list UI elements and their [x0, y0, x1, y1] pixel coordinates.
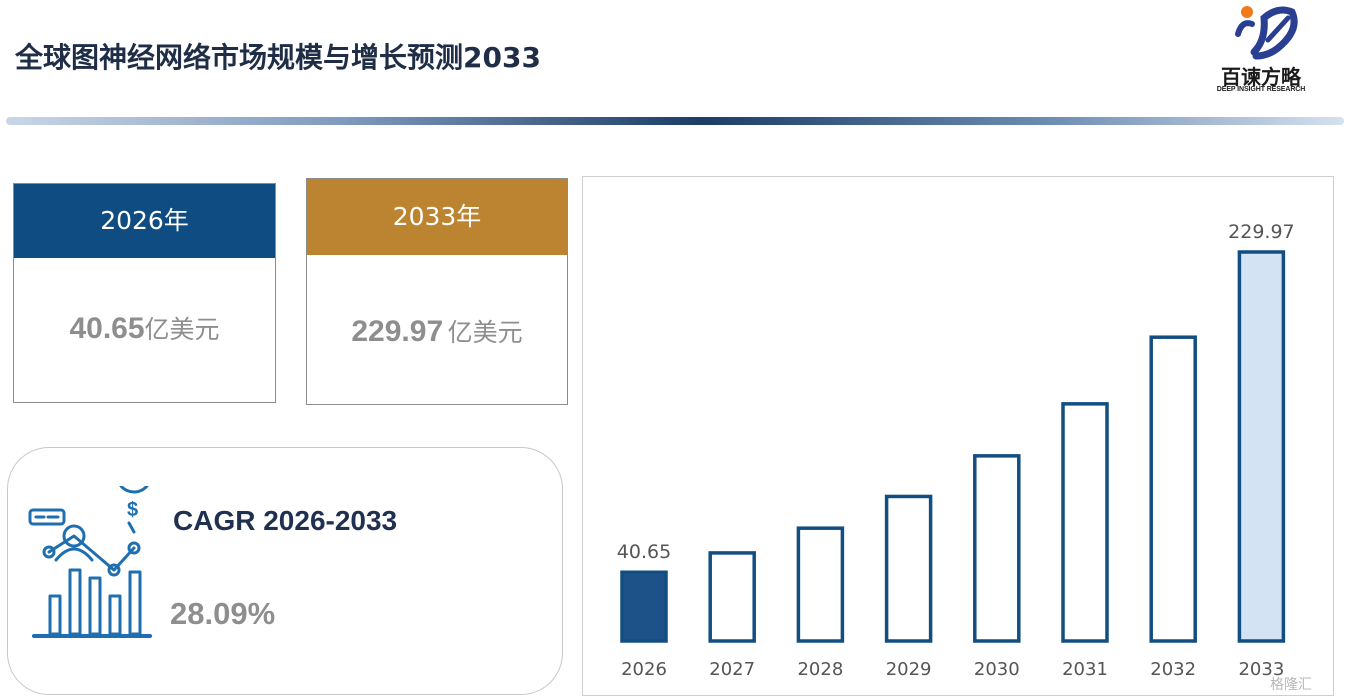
data-label-2033: 229.97	[1228, 221, 1294, 243]
card-2033-year: 2033年	[392, 202, 482, 231]
growth-chart-icon: $	[28, 486, 152, 638]
x-tick-2031: 2031	[1062, 659, 1108, 680]
card-2033-value: 229.97 亿美元	[307, 313, 567, 349]
x-tick-2026: 2026	[621, 659, 667, 680]
x-tick-2030: 2030	[974, 659, 1020, 680]
x-tick-2028: 2028	[797, 659, 843, 680]
watermark: 格隆汇	[1270, 676, 1312, 692]
bar-2031	[1061, 402, 1109, 643]
card-2026-number: 40.65	[69, 312, 145, 345]
card-2026-header: 2026年	[14, 184, 275, 258]
bar-chart: 202640.652027 2028 2029 2030 2031 2032 2033229…	[617, 221, 1295, 680]
x-tick-2029: 2029	[886, 659, 932, 680]
logo-mark-icon	[1235, 6, 1298, 60]
card-2033: 2033年 229.97 亿美元	[306, 178, 568, 405]
header-divider	[6, 117, 1344, 125]
bar-2033	[1237, 250, 1286, 643]
card-2026: 2026年 40.65亿美元	[13, 183, 276, 403]
bar-2030	[973, 454, 1021, 643]
card-2026-year: 2026年	[100, 206, 189, 235]
cagr-label: CAGR 2026-2033	[173, 505, 398, 536]
bar-2032	[1149, 335, 1197, 643]
card-2026-unit: 亿美元	[144, 315, 220, 344]
cagr-value: 28.09%	[170, 596, 276, 631]
x-tick-2032: 2032	[1150, 659, 1196, 680]
bar-2026	[620, 570, 668, 643]
svg-text:$: $	[127, 499, 138, 521]
data-label-2026: 40.65	[617, 541, 671, 563]
bar-2027	[708, 551, 756, 643]
bar-2029	[884, 494, 933, 643]
card-2033-header: 2033年	[307, 179, 567, 255]
page-title: 全球图神经网络市场规模与增长预测2033	[15, 41, 541, 74]
card-2026-value: 40.65亿美元	[14, 310, 275, 346]
x-tick-2027: 2027	[709, 659, 755, 680]
logo-subtitle: DEEP INSIGHT RESEARCH	[1216, 86, 1306, 93]
card-2033-number: 229.97	[351, 315, 444, 348]
bar-2028	[796, 526, 845, 643]
card-2033-unit: 亿美元	[447, 318, 523, 347]
